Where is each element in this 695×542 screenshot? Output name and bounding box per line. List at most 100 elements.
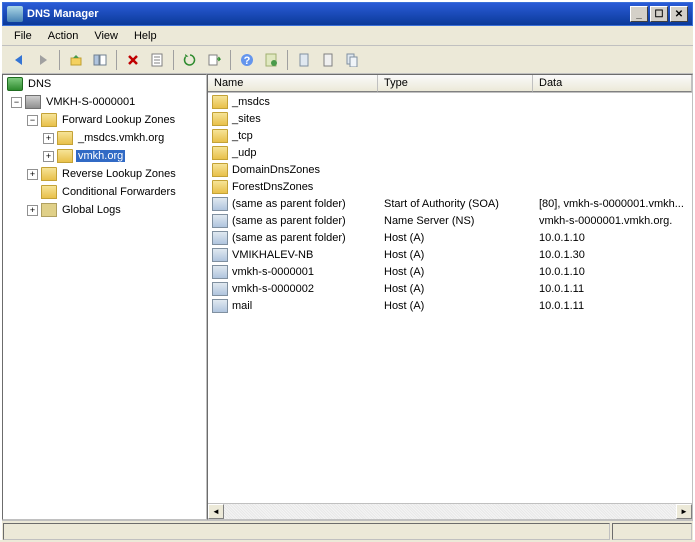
record-data: vmkh-s-0000001.vmkh.org. xyxy=(533,215,692,227)
record-name: vmkh-s-0000002 xyxy=(232,283,314,295)
column-header-type[interactable]: Type xyxy=(378,75,533,92)
collapse-icon[interactable]: − xyxy=(27,115,38,126)
tree-zone-vmkh-org[interactable]: + vmkh.org xyxy=(3,147,206,165)
content-area: DNS − VMKH-S-0000001 − Forward Lookup Zo… xyxy=(2,74,693,520)
minimize-button[interactable]: _ xyxy=(630,6,648,22)
record-icon xyxy=(212,231,228,245)
list-row[interactable]: (same as parent folder)Name Server (NS)v… xyxy=(208,212,692,229)
status-bar xyxy=(2,520,693,542)
list-row[interactable]: (same as parent folder)Start of Authorit… xyxy=(208,195,692,212)
tree-conditional-forwarders[interactable]: Conditional Forwarders xyxy=(3,183,206,201)
export-button[interactable] xyxy=(203,49,225,71)
tree-label: VMKH-S-0000001 xyxy=(44,96,137,108)
tree-global-logs[interactable]: + Global Logs xyxy=(3,201,206,219)
column-header-data[interactable]: Data xyxy=(533,75,692,92)
record-type: Host (A) xyxy=(378,266,533,278)
list-row[interactable]: _tcp xyxy=(208,127,692,144)
title-bar: DNS Manager _ ☐ ✕ xyxy=(2,2,693,26)
window-title: DNS Manager xyxy=(27,8,99,20)
tree-zone-msdcs[interactable]: + _msdcs.vmkh.org xyxy=(3,129,206,147)
list-row[interactable]: vmkh-s-0000002Host (A)10.0.1.11 xyxy=(208,280,692,297)
expand-icon[interactable]: + xyxy=(43,133,54,144)
filter-button[interactable] xyxy=(260,49,282,71)
new-server-button[interactable] xyxy=(341,49,363,71)
folder-icon xyxy=(212,180,228,194)
horizontal-scrollbar[interactable]: ◄ ► xyxy=(208,503,692,519)
folder-icon xyxy=(41,113,57,127)
list-row[interactable]: DomainDnsZones xyxy=(208,161,692,178)
show-hide-tree-button[interactable] xyxy=(89,49,111,71)
logs-icon xyxy=(41,203,57,217)
record-name: _msdcs xyxy=(232,96,270,108)
forward-button[interactable] xyxy=(32,49,54,71)
toolbar: ? xyxy=(2,46,693,74)
record-icon xyxy=(212,282,228,296)
tree-reverse-lookup-zones[interactable]: + Reverse Lookup Zones xyxy=(3,165,206,183)
tree-label: Reverse Lookup Zones xyxy=(60,168,178,180)
menu-action[interactable]: Action xyxy=(40,28,87,44)
record-name: DomainDnsZones xyxy=(232,164,320,176)
tree-label: Global Logs xyxy=(60,204,123,216)
expand-icon[interactable]: + xyxy=(27,205,38,216)
delete-button[interactable] xyxy=(122,49,144,71)
list-row[interactable]: VMIKHALEV-NB Host (A)10.0.1.30 xyxy=(208,246,692,263)
tree-forward-lookup-zones[interactable]: − Forward Lookup Zones xyxy=(3,111,206,129)
list-row[interactable]: vmkh-s-0000001Host (A)10.0.1.10 xyxy=(208,263,692,280)
record-type: Host (A) xyxy=(378,300,533,312)
new-zone-button[interactable] xyxy=(317,49,339,71)
record-data: [80], vmkh-s-0000001.vmkh... xyxy=(533,198,692,210)
record-type: Host (A) xyxy=(378,249,533,261)
folder-icon xyxy=(212,146,228,160)
scrollbar-track[interactable] xyxy=(224,504,676,519)
list-pane: Name Type Data _msdcs _sites _tcp_udp Domai… xyxy=(207,74,693,520)
expand-icon[interactable]: + xyxy=(27,169,38,180)
record-data: 10.0.1.10 xyxy=(533,232,692,244)
new-record-button[interactable] xyxy=(293,49,315,71)
dns-icon xyxy=(7,77,23,91)
record-name: ForestDnsZones xyxy=(232,181,313,193)
tree-pane[interactable]: DNS − VMKH-S-0000001 − Forward Lookup Zo… xyxy=(2,74,207,520)
list-body[interactable]: _msdcs _sites _tcp_udp DomainDnsZones Forest… xyxy=(208,93,692,503)
record-icon xyxy=(212,197,228,211)
record-icon xyxy=(212,248,228,262)
scroll-right-button[interactable]: ► xyxy=(676,504,692,519)
svg-text:?: ? xyxy=(244,55,251,67)
refresh-button[interactable] xyxy=(179,49,201,71)
help-button[interactable]: ? xyxy=(236,49,258,71)
record-type: Host (A) xyxy=(378,232,533,244)
record-data: 10.0.1.30 xyxy=(533,249,692,261)
tree-label: Forward Lookup Zones xyxy=(60,114,177,126)
list-row[interactable]: (same as parent folder)Host (A)10.0.1.10 xyxy=(208,229,692,246)
menu-view[interactable]: View xyxy=(86,28,126,44)
expand-icon[interactable]: + xyxy=(43,151,54,162)
folder-icon xyxy=(41,167,57,181)
list-row[interactable]: _msdcs xyxy=(208,93,692,110)
record-type: Name Server (NS) xyxy=(378,215,533,227)
toolbar-separator xyxy=(173,50,174,70)
collapse-icon[interactable]: − xyxy=(11,97,22,108)
tree-root-dns[interactable]: DNS xyxy=(3,75,206,93)
close-button[interactable]: ✕ xyxy=(670,6,688,22)
tree-label: _msdcs.vmkh.org xyxy=(76,132,166,144)
toolbar-separator xyxy=(230,50,231,70)
record-data: 10.0.1.11 xyxy=(533,300,692,312)
list-row[interactable]: _udp xyxy=(208,144,692,161)
up-button[interactable] xyxy=(65,49,87,71)
back-button[interactable] xyxy=(8,49,30,71)
properties-button[interactable] xyxy=(146,49,168,71)
folder-icon xyxy=(212,95,228,109)
menu-file[interactable]: File xyxy=(6,28,40,44)
list-row[interactable]: _sites xyxy=(208,110,692,127)
menu-help[interactable]: Help xyxy=(126,28,165,44)
record-type: Start of Authority (SOA) xyxy=(378,198,533,210)
scroll-left-button[interactable]: ◄ xyxy=(208,504,224,519)
column-header-name[interactable]: Name xyxy=(208,75,378,92)
list-row[interactable]: mailHost (A)10.0.1.11 xyxy=(208,297,692,314)
record-name: VMIKHALEV-NB xyxy=(232,249,313,261)
maximize-button[interactable]: ☐ xyxy=(650,6,668,22)
tree-label: vmkh.org xyxy=(76,150,125,162)
folder-icon xyxy=(57,131,73,145)
tree-server[interactable]: − VMKH-S-0000001 xyxy=(3,93,206,111)
list-row[interactable]: ForestDnsZones xyxy=(208,178,692,195)
record-name: _sites xyxy=(232,113,261,125)
